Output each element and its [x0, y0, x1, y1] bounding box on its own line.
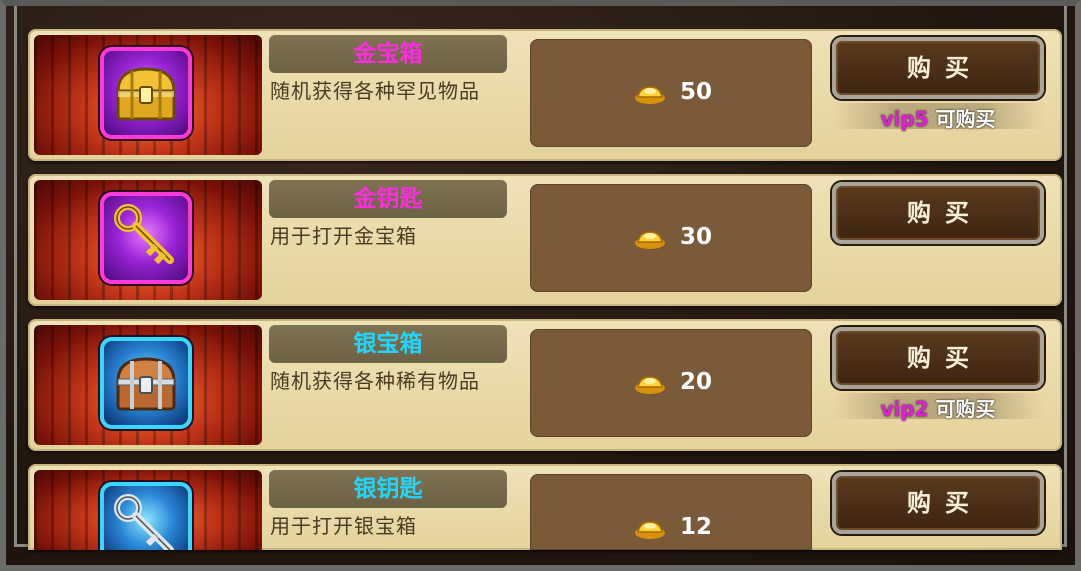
- item-icon-backdrop: [34, 470, 262, 550]
- price-panel: 20: [530, 329, 812, 437]
- gold-ingot-icon: [635, 376, 665, 394]
- buy-button[interactable]: 购买: [832, 182, 1044, 244]
- item-title: 银宝箱: [269, 325, 507, 363]
- vip-text: 可购买: [935, 397, 996, 421]
- vip-requirement: vip5 可购买: [832, 103, 1044, 131]
- gold-ingot-icon: [635, 86, 665, 104]
- item-description: 随机获得各种稀有物品: [270, 369, 480, 393]
- item-price: 30: [680, 224, 713, 250]
- item-description: 随机获得各种罕见物品: [270, 79, 480, 103]
- vip-level: vip2: [880, 397, 929, 421]
- item-price: 12: [680, 514, 713, 540]
- buy-button[interactable]: 购买: [832, 327, 1044, 389]
- item-price: 50: [680, 79, 713, 105]
- item-icon-backdrop: [34, 35, 262, 155]
- item-price: 20: [680, 369, 713, 395]
- gold-key-icon: [100, 192, 192, 284]
- silver-chest-icon: [100, 337, 192, 429]
- item-title: 银钥匙: [269, 470, 507, 508]
- item-title: 金钥匙: [269, 180, 507, 218]
- price-panel: 12: [530, 474, 812, 550]
- item-description: 用于打开金宝箱: [270, 224, 417, 248]
- item-description: 用于打开银宝箱: [270, 514, 417, 538]
- item-icon-backdrop: [34, 180, 262, 300]
- silver-key-icon: [100, 482, 192, 550]
- item-icon-backdrop: [34, 325, 262, 445]
- gold-chest-icon: [100, 47, 192, 139]
- gold-ingot-icon: [635, 521, 665, 539]
- vip-text: 可购买: [935, 107, 996, 131]
- buy-button[interactable]: 购买: [832, 37, 1044, 99]
- vip-requirement: vip2 可购买: [832, 393, 1044, 421]
- list-item: 银钥匙 用于打开银宝箱 12 购买: [28, 464, 1062, 550]
- item-title: 金宝箱: [269, 35, 507, 73]
- gold-ingot-icon: [635, 231, 665, 249]
- shop-window: 金宝箱 随机获得各种罕见物品 50 购买 vip5 可购买 金钥匙 用于打开金宝…: [0, 0, 1081, 571]
- list-item: 银宝箱 随机获得各种稀有物品 20 购买 vip2 可购买: [28, 319, 1062, 451]
- buy-button[interactable]: 购买: [832, 472, 1044, 534]
- list-item: 金钥匙 用于打开金宝箱 30 购买: [28, 174, 1062, 306]
- vip-level: vip5: [880, 107, 929, 131]
- list-item: 金宝箱 随机获得各种罕见物品 50 购买 vip5 可购买: [28, 29, 1062, 161]
- price-panel: 50: [530, 39, 812, 147]
- price-panel: 30: [530, 184, 812, 292]
